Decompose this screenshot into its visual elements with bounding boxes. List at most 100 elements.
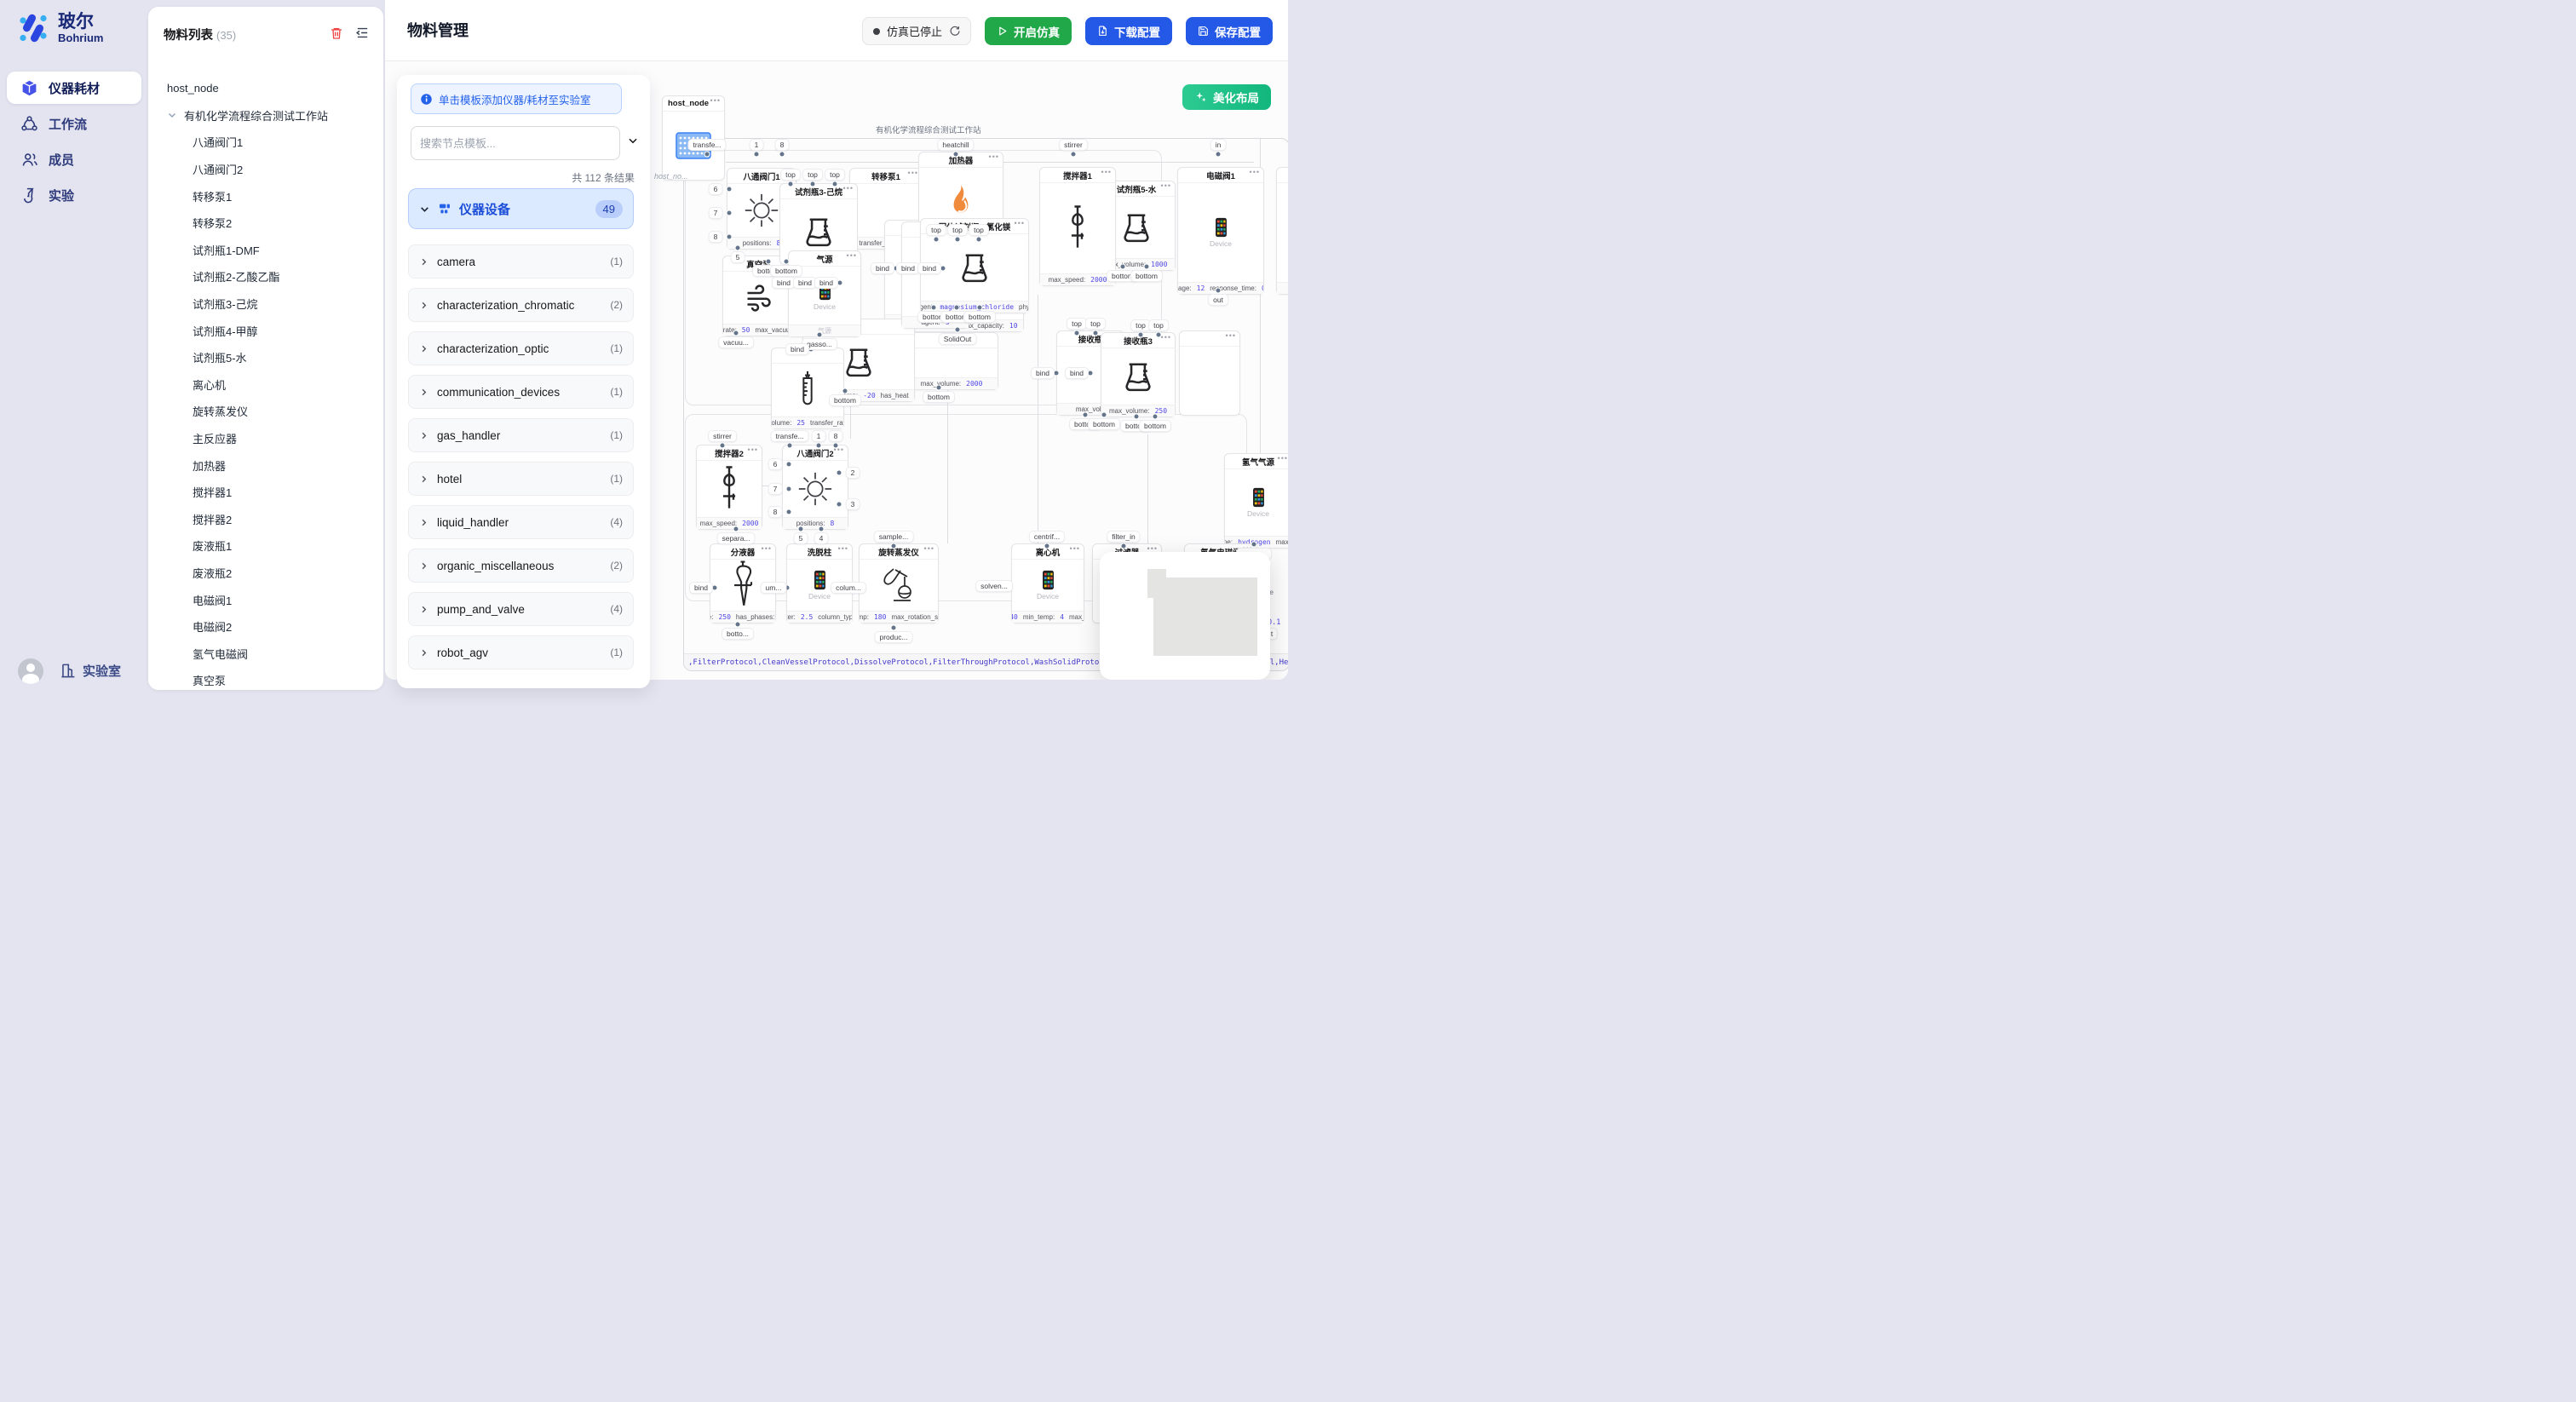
port-dot[interactable] (817, 332, 823, 338)
category-row-pump_and_valve[interactable]: pump_and_valve(4) (408, 592, 634, 626)
tree-item[interactable]: 旋转蒸发仪 (148, 398, 383, 425)
port-pill-bind[interactable]: bind (815, 278, 837, 288)
port-pill-bottom[interactable]: bottom (1089, 419, 1119, 429)
port-pill-bind[interactable]: bind (1032, 368, 1054, 378)
node-menu-icon[interactable]: ••• (710, 96, 721, 105)
port-dot[interactable] (1156, 332, 1162, 338)
sidebar-item-4[interactable]: 实验 (7, 179, 141, 211)
port-dot[interactable] (727, 210, 733, 216)
port-pill-colum[interactable]: colum... (831, 583, 865, 593)
port-pill-centrif[interactable]: centrif... (1030, 531, 1064, 542)
tree-item[interactable]: 转移泵2 (148, 210, 383, 237)
port-pill-8[interactable]: 8 (710, 232, 722, 242)
category-row-gas_handler[interactable]: gas_handler(1) (408, 418, 634, 452)
category-instruments[interactable]: 仪器设备 49 (408, 188, 634, 229)
tree-item[interactable]: 搅拌器1 (148, 479, 383, 506)
category-row-organic_miscellaneous[interactable]: organic_miscellaneous(2) (408, 549, 634, 583)
port-dot[interactable] (891, 625, 897, 631)
port-pill-6[interactable]: 6 (710, 184, 722, 194)
port-pill-out[interactable]: out (1209, 295, 1228, 305)
port-dot[interactable] (1074, 330, 1080, 336)
port-pill-bind[interactable]: bind (786, 344, 808, 354)
tree-item[interactable]: 主反应器 (148, 425, 383, 452)
port-pill-top[interactable]: top (1067, 319, 1086, 329)
port-dot[interactable] (837, 280, 843, 286)
port-dot[interactable] (1134, 414, 1140, 420)
port-dot[interactable] (953, 152, 959, 158)
node-menu-icon[interactable]: ••• (1278, 454, 1288, 463)
port-dot[interactable] (940, 266, 946, 272)
port-pill-bottom[interactable]: bottom (771, 266, 802, 276)
port-dot[interactable] (727, 187, 733, 192)
port-dot[interactable] (1120, 264, 1126, 270)
node-menu-icon[interactable]: ••• (1250, 168, 1260, 176)
tree-item[interactable]: 真空泵 (148, 667, 383, 690)
port-dot[interactable] (1216, 152, 1222, 158)
node-menu-icon[interactable]: ••• (762, 544, 772, 553)
port-dot[interactable] (779, 152, 785, 158)
port-pill-separa[interactable]: separa... (717, 533, 754, 543)
tree-item[interactable]: 氢气电磁阀 (148, 640, 383, 667)
port-dot[interactable] (1083, 412, 1089, 418)
port-pill-produc[interactable]: produc... (875, 632, 911, 642)
port-pill-8[interactable]: 8 (776, 140, 789, 150)
canvas-node-八通阀门2[interactable]: 八通阀门2•••positions:8 (782, 445, 848, 530)
canvas-node-fragment[interactable]: ••• (1179, 330, 1240, 416)
tree-item[interactable]: 试剂瓶2-乙酸乙酯 (148, 263, 383, 290)
port-pill-vacuu[interactable]: vacuu... (719, 337, 753, 348)
port-dot[interactable] (976, 237, 982, 243)
node-menu-icon[interactable]: ••• (1015, 219, 1025, 227)
port-pill-SolidOut[interactable]: SolidOut (940, 334, 976, 344)
port-dot[interactable] (816, 443, 822, 449)
port-pill-top[interactable]: top (1086, 319, 1105, 329)
port-pill-heatchill[interactable]: heatchill (938, 140, 973, 150)
port-dot[interactable] (931, 305, 937, 311)
start-simulation-button[interactable]: 开启仿真 (985, 17, 1072, 45)
port-dot[interactable] (784, 259, 790, 265)
port-dot[interactable] (833, 443, 839, 449)
tree-item[interactable]: 离心机 (148, 371, 383, 399)
category-row-hotel[interactable]: hotel(1) (408, 462, 634, 496)
port-dot[interactable] (1101, 412, 1107, 418)
tree-item[interactable]: 加热器 (148, 451, 383, 479)
tree-item[interactable]: 试剂瓶1-DMF (148, 237, 383, 264)
port-dot[interactable] (733, 526, 739, 532)
port-dot[interactable] (977, 305, 983, 311)
port-pill-8[interactable]: 8 (830, 431, 842, 441)
port-dot[interactable] (1251, 542, 1257, 548)
category-row-communication_devices[interactable]: communication_devices(1) (408, 375, 634, 409)
port-pill-bind[interactable]: bind (897, 263, 919, 273)
save-config-button[interactable]: 保存配置 (1186, 17, 1273, 45)
port-pill-bind[interactable]: bind (794, 278, 816, 288)
search-input[interactable] (420, 137, 611, 150)
tree-item[interactable]: host_node (148, 75, 383, 102)
tree-item[interactable]: 电磁阀2 (148, 613, 383, 641)
port-pill-top[interactable]: top (803, 170, 822, 180)
port-pill-top[interactable]: top (825, 170, 844, 180)
port-dot[interactable] (786, 462, 792, 468)
canvas-node-旋转蒸发仪[interactable]: 旋转蒸发仪•••temp:180max_rotation_spe (859, 543, 939, 623)
beautify-layout-button[interactable]: 美化布局 (1182, 84, 1271, 110)
tree-item[interactable]: 转移泵1 (148, 182, 383, 210)
port-pill-bind[interactable]: bind (1066, 368, 1088, 378)
trash-icon[interactable] (330, 26, 343, 40)
port-pill-8[interactable]: 8 (769, 507, 782, 517)
port-pill-sample[interactable]: sample... (875, 531, 913, 542)
port-pill-botto[interactable]: botto... (722, 629, 753, 639)
category-row-characterization_optic[interactable]: characterization_optic(1) (408, 331, 634, 365)
port-dot[interactable] (1093, 330, 1099, 336)
tree-item[interactable]: 八通阀门1 (148, 129, 383, 156)
port-pill-stirrer[interactable]: stirrer (709, 431, 736, 441)
port-dot[interactable] (1054, 371, 1060, 376)
port-pill-transfe[interactable]: transfe... (688, 140, 725, 150)
canvas-node-离心机[interactable]: 离心机•••Devicep:40min_temp:4max_spe (1011, 543, 1084, 623)
port-dot[interactable] (766, 259, 772, 265)
category-row-liquid_handler[interactable]: liquid_handler(4) (408, 505, 634, 539)
port-dot[interactable] (842, 388, 848, 394)
port-dot[interactable] (712, 585, 718, 591)
port-pill-3[interactable]: 3 (847, 499, 860, 509)
category-row-characterization_chromatic[interactable]: characterization_chromatic(2) (408, 288, 634, 322)
port-pill-bottom[interactable]: bottom (830, 395, 860, 405)
port-dot[interactable] (733, 330, 739, 336)
port-pill-um[interactable]: um... (762, 583, 786, 593)
